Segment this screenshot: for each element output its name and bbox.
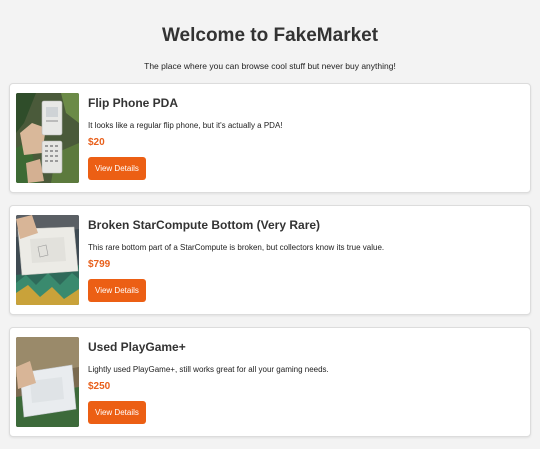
product-list: Flip Phone PDA It looks like a regular f…: [9, 83, 531, 449]
product-image: [16, 215, 79, 305]
product-description: Lightly used PlayGame+, still works grea…: [88, 365, 329, 374]
product-card: Flip Phone PDA It looks like a regular f…: [9, 83, 531, 193]
product-price: $799: [88, 259, 111, 270]
page-header: Welcome to FakeMarket The place where yo…: [0, 0, 540, 72]
page-title: Welcome to FakeMarket: [161, 25, 379, 46]
product-description: This rare bottom part of a StarCompute i…: [88, 243, 385, 252]
product-image: [16, 93, 79, 183]
page-tagline: The place where you can browse cool stuf…: [144, 61, 396, 71]
product-card: Used PlayGame+ Lightly used PlayGame+, s…: [9, 327, 531, 437]
product-image: [16, 337, 79, 427]
product-name: Broken StarCompute Bottom (Very Rare): [88, 218, 321, 232]
view-details-button[interactable]: View Details: [88, 401, 146, 424]
product-name: Used PlayGame+: [88, 340, 186, 354]
product-price: $250: [88, 381, 111, 392]
product-price: $20: [88, 137, 105, 148]
product-description: It looks like a regular flip phone, but …: [88, 121, 283, 130]
product-card: Broken StarCompute Bottom (Very Rare) Th…: [9, 205, 531, 315]
product-name: Flip Phone PDA: [88, 96, 178, 110]
view-details-button[interactable]: View Details: [88, 157, 146, 180]
view-details-button[interactable]: View Details: [88, 279, 146, 302]
